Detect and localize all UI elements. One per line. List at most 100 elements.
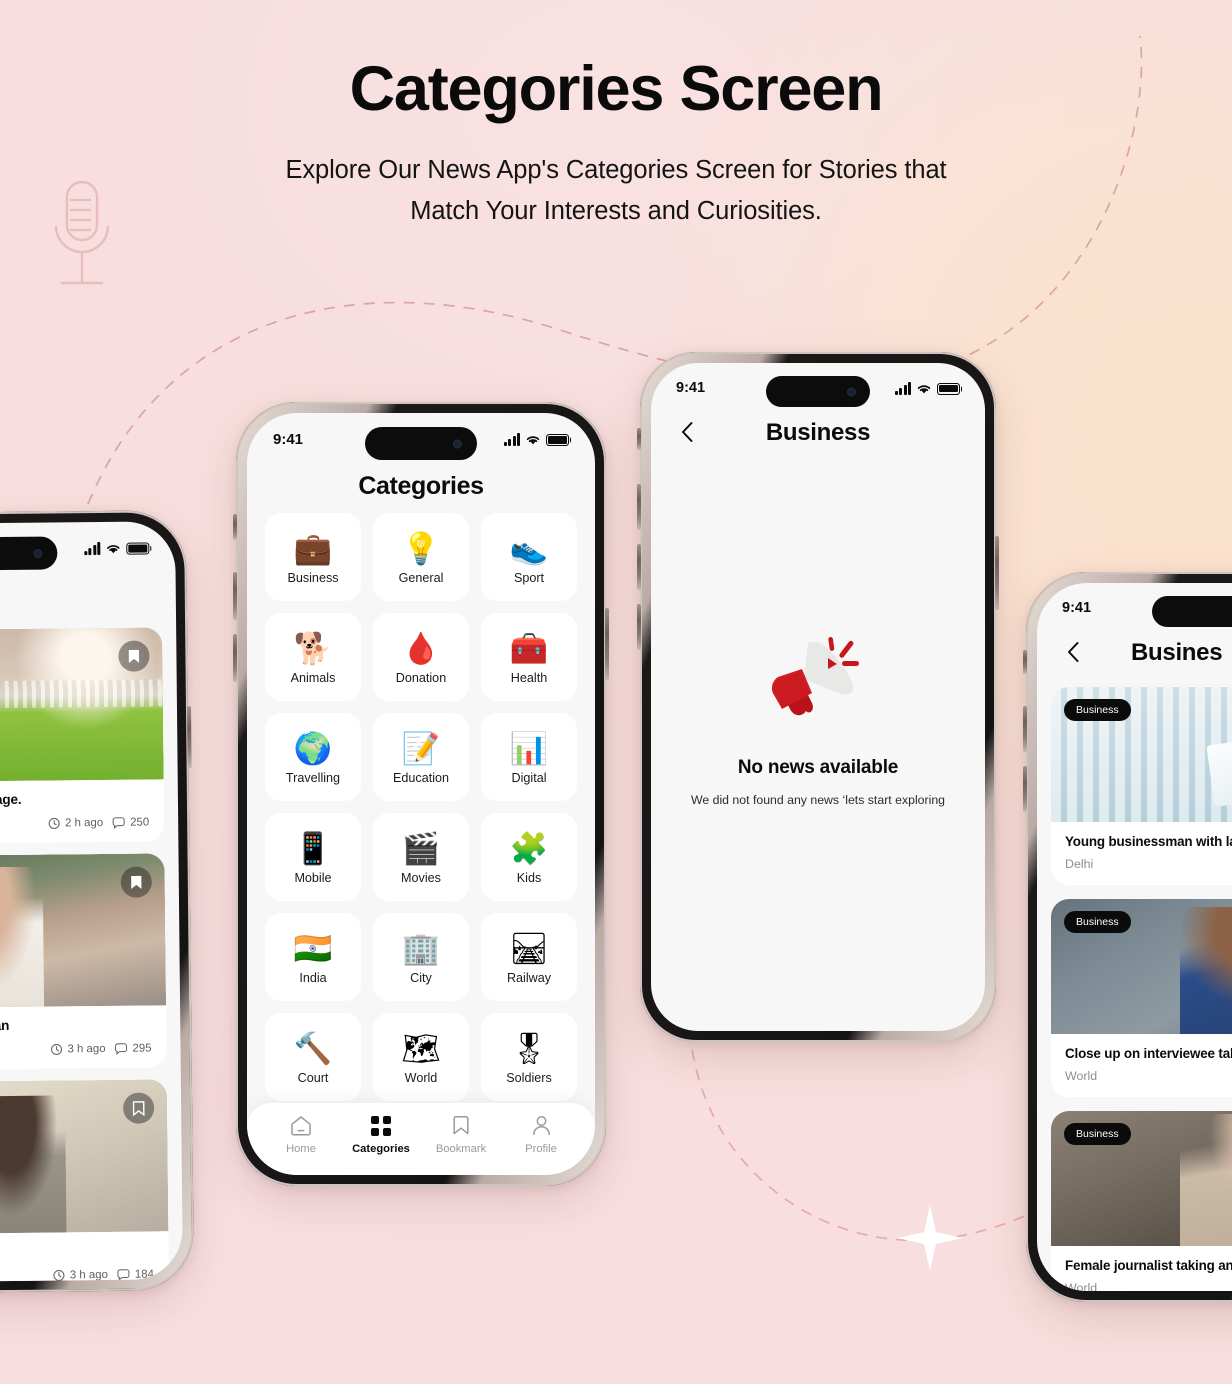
article-source: World	[1065, 1069, 1098, 1083]
silent-switch[interactable]	[1023, 650, 1027, 674]
cellular-bars-icon	[894, 381, 911, 395]
grid-dots-icon	[371, 1115, 391, 1136]
office-building-icon: 🏢	[401, 930, 441, 966]
cellular-bars-icon	[83, 541, 101, 556]
status-bar: 9:41	[0, 539, 175, 560]
category-cell-soldiers[interactable]: 🎖 Soldiers	[481, 1013, 577, 1101]
empty-heading: No news available	[737, 757, 899, 778]
category-label: Soldiers	[506, 1071, 552, 1085]
nav-title: Busines	[1131, 639, 1223, 666]
volume-up-button[interactable]	[233, 572, 237, 620]
volume-down-button[interactable]	[637, 544, 641, 590]
globe-plane-icon: 🌍	[293, 730, 333, 766]
category-cell-digital[interactable]: 📊 Digital	[481, 713, 577, 801]
battery-full-icon	[126, 542, 150, 555]
bookmark-icon	[128, 649, 140, 663]
category-label: Health	[510, 671, 548, 685]
dog-icon: 🐕	[293, 630, 333, 666]
news-card[interactable]: ewed outdoors 3 h ago	[0, 1079, 170, 1283]
phone-screen: 9:41 Categories 💼 Business 💡 General 👟 S…	[247, 413, 595, 1175]
category-label: Court	[297, 1071, 329, 1085]
category-cell-donation[interactable]: 🩸 Donation	[373, 613, 469, 701]
category-cell-animals[interactable]: 🐕 Animals	[265, 613, 361, 701]
category-cell-education[interactable]: 📝 Education	[373, 713, 469, 801]
category-badge: Business	[1064, 911, 1131, 933]
phone-screen: 9:41 Sport	[0, 521, 183, 1283]
battery-full-icon	[937, 382, 960, 395]
category-cell-mobile[interactable]: 📱 Mobile	[265, 813, 361, 901]
bookmark-button[interactable]	[118, 640, 150, 672]
status-time: 9:41	[676, 380, 706, 396]
category-cell-railway[interactable]: 🛤 Railway	[481, 913, 577, 1001]
bar-chart-icon: 📊	[509, 730, 549, 766]
bookmark-button[interactable]	[120, 866, 152, 898]
volume-extra-button[interactable]	[637, 604, 641, 650]
business-article-list: Business Young businessman with lapto De…	[1051, 687, 1232, 1291]
category-label: Business	[287, 571, 339, 585]
silent-switch[interactable]	[233, 514, 237, 540]
categories-grid: 💼 Business 💡 General 👟 Sport 🐕 Animals 🩸	[265, 513, 577, 1101]
news-time: 2 h ago	[48, 817, 103, 830]
home-icon	[291, 1116, 311, 1136]
news-image	[0, 853, 167, 1009]
silent-switch[interactable]	[637, 428, 641, 450]
back-button[interactable]	[1061, 639, 1087, 665]
bookmark-button[interactable]	[123, 1092, 155, 1124]
news-body: ewed outdoors 3 h ago	[0, 1231, 169, 1282]
volume-down-button[interactable]	[1023, 766, 1027, 812]
status-icons	[894, 381, 960, 395]
category-cell-general[interactable]: 💡 General	[373, 513, 469, 601]
article-card[interactable]: Business Female journalist taking an int…	[1051, 1111, 1232, 1291]
category-cell-city[interactable]: 🏢 City	[373, 913, 469, 1001]
category-label: Donation	[395, 671, 447, 685]
category-label: Railway	[506, 971, 552, 985]
news-card[interactable]: concept and man collage. 2 h ago	[0, 627, 165, 845]
power-button[interactable]	[605, 608, 609, 680]
news-list: concept and man collage. 2 h ago	[0, 627, 170, 1283]
article-card[interactable]: Business Young businessman with lapto De…	[1051, 687, 1232, 885]
tab-home[interactable]: Home	[261, 1115, 341, 1155]
news-meta: 3 h ago 295	[0, 1042, 152, 1057]
news-image	[0, 627, 164, 783]
clapperboard-icon: 🎬	[401, 830, 441, 866]
page-title: Categories Screen	[349, 54, 884, 124]
tab-bookmark[interactable]: Bookmark	[421, 1115, 501, 1155]
article-body: Female journalist taking an inte World	[1051, 1246, 1232, 1291]
battery-full-icon	[546, 434, 569, 446]
news-meta: 2 h ago 250	[0, 816, 149, 831]
category-cell-movies[interactable]: 🎬 Movies	[373, 813, 469, 901]
article-card[interactable]: Business Close up on interviewee taking …	[1051, 899, 1232, 1097]
category-badge: Business	[1064, 1123, 1131, 1145]
news-time: 3 h ago	[53, 1269, 108, 1282]
news-image	[0, 1079, 169, 1235]
tab-profile[interactable]: Profile	[501, 1115, 581, 1155]
category-label: World	[404, 1071, 438, 1085]
category-cell-kids[interactable]: 🧩 Kids	[481, 813, 577, 901]
volume-up-button[interactable]	[637, 484, 641, 530]
tab-categories[interactable]: Categories	[341, 1115, 421, 1155]
news-card[interactable]: nterview from a woman 3 h ago	[0, 853, 167, 1071]
category-cell-india[interactable]: 🇮🇳 India	[265, 913, 361, 1001]
news-time-label: 3 h ago	[69, 1268, 108, 1282]
empty-state: No news available We did not found any n…	[651, 625, 985, 807]
volume-down-button[interactable]	[233, 634, 237, 682]
category-cell-travelling[interactable]: 🌍 Travelling	[265, 713, 361, 801]
category-cell-world[interactable]: 🗺 World	[373, 1013, 469, 1101]
power-button[interactable]	[995, 536, 999, 610]
phone-mockup-categories: 9:41 Categories 💼 Business 💡 General 👟 S…	[233, 402, 609, 1186]
power-button[interactable]	[186, 706, 192, 769]
category-cell-health[interactable]: 🧰 Health	[481, 613, 577, 701]
category-cell-court[interactable]: 🔨 Court	[265, 1013, 361, 1101]
volume-up-button[interactable]	[1023, 706, 1027, 752]
category-cell-sport[interactable]: 👟 Sport	[481, 513, 577, 601]
category-cell-business[interactable]: 💼 Business	[265, 513, 361, 601]
status-bar: 9:41	[651, 380, 985, 396]
news-comments: 184	[117, 1268, 154, 1281]
subtitle-line-1: Explore Our News App's Categories Screen…	[285, 156, 947, 185]
news-time: 3 h ago	[50, 1043, 106, 1056]
tab-label: Categories	[352, 1142, 410, 1155]
article-body: Close up on interviewee taking World	[1051, 1034, 1232, 1097]
wifi-icon	[917, 384, 931, 393]
person-icon	[532, 1116, 550, 1136]
poster-header: Categories Screen Explore Our News App's…	[0, 56, 1232, 233]
